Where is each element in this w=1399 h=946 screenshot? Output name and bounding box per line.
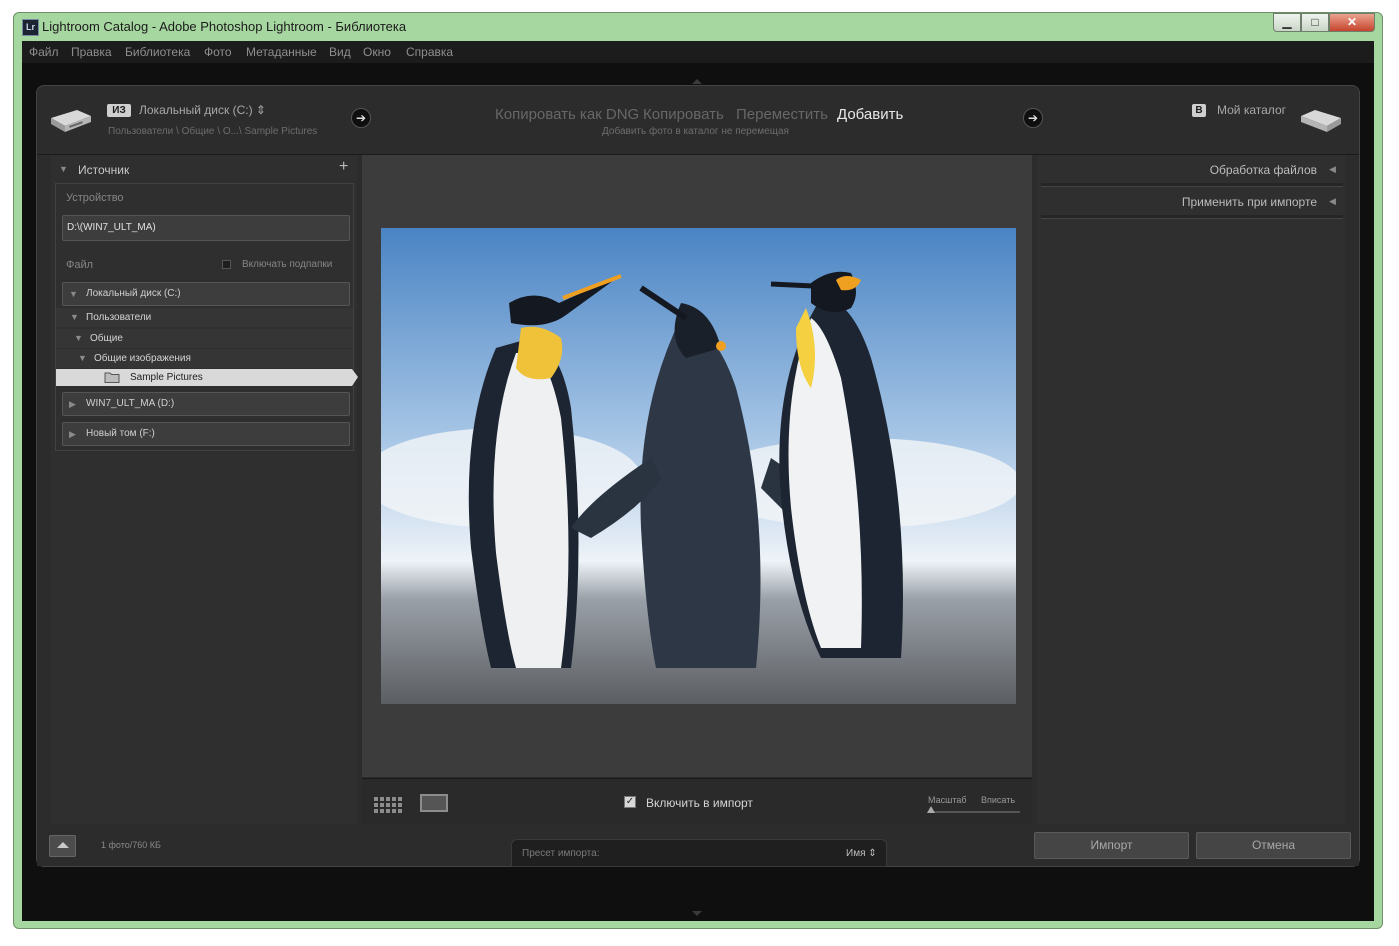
arrow-right-icon-2: ➔ — [1023, 108, 1043, 128]
arrow-right-icon: ➔ — [351, 108, 371, 128]
menu-help[interactable]: Справка — [406, 45, 453, 59]
tree-item-sample-pictures[interactable]: Sample Pictures — [56, 369, 352, 386]
source-selector[interactable]: Локальный диск (C:) ⇕ — [139, 103, 266, 117]
to-badge: В — [1192, 104, 1206, 117]
menu-photo[interactable]: Фото — [204, 45, 232, 59]
tree-item-public[interactable]: ▼ Общие — [56, 329, 353, 348]
loupe-view-icon[interactable] — [420, 794, 448, 812]
collapsed-triangle-icon[interactable]: ◀ — [1329, 196, 1336, 207]
client-area: Файл Правка Библиотека Фото Метаданные В… — [22, 41, 1374, 921]
expand-up-icon — [57, 842, 69, 848]
preview-toolbar: ✓ Включить в импорт Масштаб Вписать — [362, 778, 1032, 825]
mode-copy-dng[interactable]: Копировать как DNG — [495, 106, 639, 123]
file-label: Файл — [66, 259, 94, 271]
menu-view[interactable]: Вид — [329, 45, 351, 59]
menu-metadata[interactable]: Метаданные — [246, 45, 317, 59]
folder-icon — [104, 372, 120, 383]
mode-hint: Добавить фото в каталог не перемещая — [602, 126, 789, 137]
import-footer: 1 фото/760 КБ Пресет импорта: Имя ⇕ Импо… — [37, 826, 1359, 867]
section-divider — [1041, 183, 1343, 187]
show-more-button[interactable] — [49, 835, 76, 857]
tree-item-users[interactable]: ▼ Пользователи — [56, 308, 353, 327]
lightroom-app-icon: Lr — [22, 19, 39, 36]
collapsed-triangle-icon: ▶ — [69, 399, 76, 409]
minimize-button[interactable]: ▁ — [1273, 13, 1301, 32]
app-window: Lr Lightroom Catalog - Adobe Photoshop L… — [13, 12, 1383, 929]
zoom-slider-thumb-icon[interactable] — [927, 806, 935, 813]
fit-label: Вписать — [981, 795, 1016, 805]
tree-item-public-pictures[interactable]: ▼ Общие изображения — [56, 349, 353, 368]
source-panel: ▼ Источник + Устройство D:\(WIN7_ULT_MA)… — [51, 155, 358, 824]
device-label: Устройство — [66, 192, 124, 204]
menu-edit[interactable]: Правка — [71, 45, 112, 59]
expanded-triangle-icon: ▼ — [74, 333, 83, 343]
menu-library[interactable]: Библиотека — [125, 45, 190, 59]
source-drive-icon — [51, 110, 91, 132]
menu-window[interactable]: Окно — [363, 45, 391, 59]
selection-pointer-icon — [352, 369, 358, 386]
tree-item-public-label: Общие — [90, 333, 123, 344]
include-in-import-label: Включить в импорт — [646, 796, 753, 810]
collapsed-triangle-icon[interactable]: ◀ — [1329, 164, 1336, 175]
tree-volume-d-label: WIN7_ULT_MA (D:) — [86, 398, 175, 409]
grid-view-icon[interactable] — [374, 795, 404, 813]
options-panel: Обработка файлов ◀ Применить при импорте… — [1037, 155, 1345, 824]
include-in-import-checkbox[interactable]: ✓ — [624, 796, 636, 808]
maximize-button[interactable]: □ — [1301, 13, 1329, 32]
apply-during-import-section[interactable]: Применить при импорте — [1117, 195, 1317, 209]
preview-area — [362, 155, 1032, 777]
collapse-triangle-icon[interactable]: ▼ — [59, 164, 68, 174]
top-panel-toggle-icon[interactable] — [692, 79, 702, 84]
tree-volume-f-label: Новый том (F:) — [86, 428, 155, 439]
source-tree-box: Устройство D:\(WIN7_ULT_MA) Файл Включат… — [55, 183, 358, 451]
bottom-panel-toggle-icon[interactable] — [692, 911, 702, 916]
close-button[interactable]: ✕ — [1329, 13, 1375, 32]
include-subfolders-checkbox[interactable] — [222, 260, 231, 269]
destination-catalog: Мой каталог — [1217, 103, 1286, 117]
import-preset-select[interactable]: Имя ⇕ — [846, 848, 877, 859]
zoom-label: Масштаб — [928, 795, 967, 805]
from-badge: ИЗ — [107, 104, 131, 117]
section-divider — [1041, 215, 1343, 219]
import-button[interactable]: Импорт — [1034, 832, 1189, 859]
import-preset-bar[interactable]: Пресет импорта: Имя ⇕ — [511, 839, 887, 867]
tree-volume-f[interactable]: ▶ Новый том (F:) — [62, 422, 350, 446]
tree-drive-c-label: Локальный диск (C:) — [86, 288, 181, 299]
file-handling-section[interactable]: Обработка файлов — [1167, 163, 1317, 177]
collapsed-triangle-icon: ▶ — [69, 429, 76, 439]
tree-item-users-label: Пользователи — [86, 312, 152, 323]
mode-move[interactable]: Переместить — [736, 106, 828, 123]
selection-count: 1 фото/760 КБ — [101, 840, 161, 850]
import-header: ИЗ Локальный диск (C:) ⇕ Пользователи \ … — [37, 86, 1359, 155]
title-bar[interactable]: Lr Lightroom Catalog - Adobe Photoshop L… — [14, 13, 1382, 41]
tree-item-sample-pictures-label: Sample Pictures — [130, 372, 203, 383]
tree-volume-d[interactable]: ▶ WIN7_ULT_MA (D:) — [62, 392, 350, 416]
mode-add[interactable]: Добавить — [837, 106, 903, 123]
menu-file[interactable]: Файл — [29, 45, 59, 59]
tree-item-public-pictures-label: Общие изображения — [94, 353, 191, 364]
source-path: Пользователи \ Общие \ О...\ Sample Pict… — [108, 126, 318, 137]
import-preset-label: Пресет импорта: — [522, 848, 600, 859]
cancel-button[interactable]: Отмена — [1196, 832, 1351, 859]
zoom-slider[interactable] — [928, 811, 1020, 813]
penguins-photo[interactable] — [381, 228, 1016, 704]
source-panel-title: Источник — [78, 163, 130, 177]
add-source-icon[interactable]: + — [339, 158, 348, 176]
device-select[interactable]: D:\(WIN7_ULT_MA) — [62, 215, 350, 241]
destination-drive-icon — [1301, 110, 1341, 132]
expanded-triangle-icon: ▼ — [69, 289, 78, 299]
menu-bar: Файл Правка Библиотека Фото Метаданные В… — [22, 41, 1374, 63]
include-subfolders-label: Включать подпапки — [242, 259, 333, 270]
tree-drive-c[interactable]: ▼ Локальный диск (C:) — [62, 282, 350, 306]
device-value: D:\(WIN7_ULT_MA) — [67, 222, 156, 233]
expanded-triangle-icon: ▼ — [78, 353, 87, 363]
window-title: Lightroom Catalog - Adobe Photoshop Ligh… — [42, 19, 407, 34]
expanded-triangle-icon: ▼ — [70, 312, 79, 322]
import-dialog: ИЗ Локальный диск (C:) ⇕ Пользователи \ … — [36, 85, 1360, 867]
mode-copy[interactable]: Копировать — [643, 106, 724, 123]
